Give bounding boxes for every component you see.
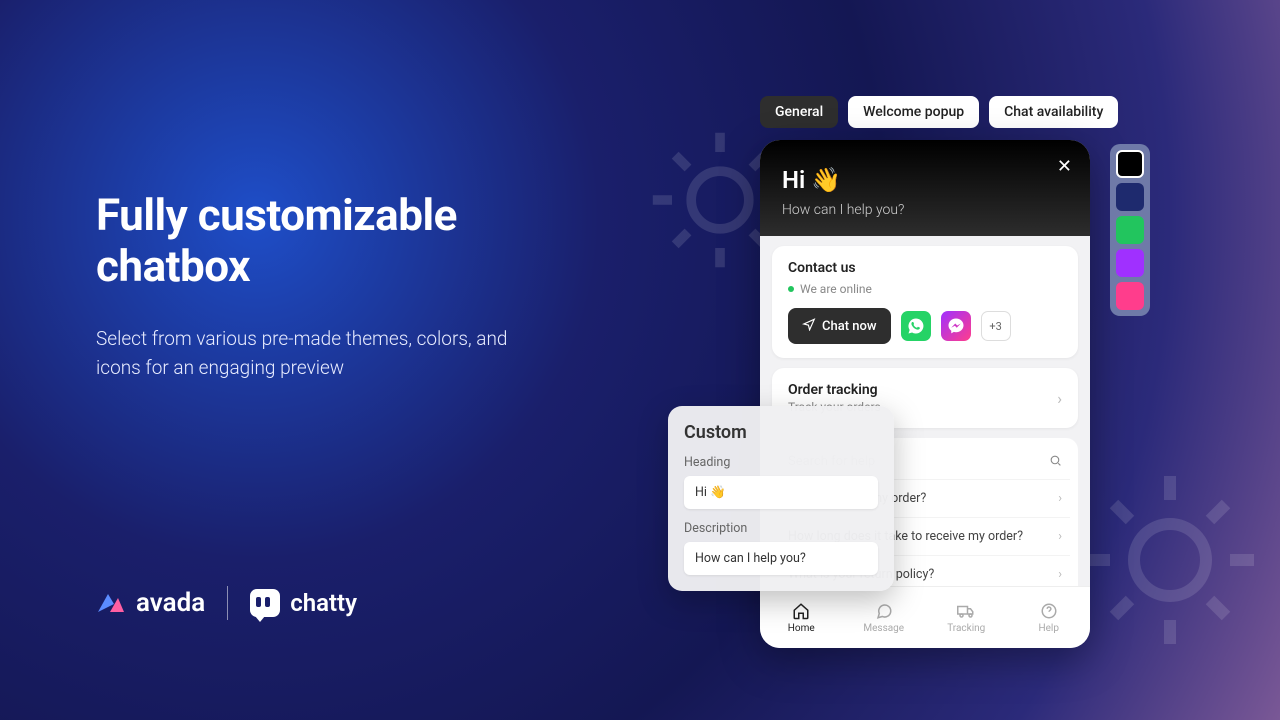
search-icon[interactable] bbox=[1049, 452, 1062, 471]
heading-input[interactable]: Hi 👋 bbox=[684, 476, 878, 509]
chevron-right-icon: › bbox=[1058, 567, 1062, 582]
contact-title: Contact us bbox=[788, 260, 1062, 276]
page-subhead: Select from various pre-made themes, col… bbox=[96, 325, 536, 382]
brand-row: avada chatty bbox=[96, 586, 357, 620]
close-icon[interactable]: ✕ bbox=[1057, 156, 1072, 177]
nav-home[interactable]: Home bbox=[760, 587, 843, 648]
more-socials-button[interactable]: +3 bbox=[981, 311, 1011, 341]
tab-availability[interactable]: Chat availability bbox=[989, 96, 1118, 128]
page-headline: Fully customizable chatbox bbox=[96, 190, 596, 291]
swatch-pink[interactable] bbox=[1116, 282, 1144, 310]
avada-logo: avada bbox=[96, 588, 205, 618]
avada-text: avada bbox=[136, 588, 205, 618]
swatch-black[interactable] bbox=[1116, 150, 1144, 178]
nav-message[interactable]: Message bbox=[843, 587, 926, 648]
widget-greeting: Hi 👋 bbox=[782, 166, 1068, 194]
gear-icon bbox=[1070, 460, 1270, 660]
widget-header: ✕ Hi 👋 How can I help you? bbox=[760, 140, 1090, 236]
description-input[interactable]: How can I help you? bbox=[684, 542, 878, 575]
nav-help[interactable]: Help bbox=[1008, 587, 1091, 648]
description-label: Description bbox=[684, 521, 878, 536]
online-status: We are online bbox=[788, 282, 1062, 296]
tab-general[interactable]: General bbox=[760, 96, 838, 128]
tab-welcome[interactable]: Welcome popup bbox=[848, 96, 979, 128]
swatch-green[interactable] bbox=[1116, 216, 1144, 244]
send-icon bbox=[802, 317, 816, 335]
tracking-title: Order tracking bbox=[788, 382, 881, 398]
whatsapp-icon[interactable] bbox=[901, 311, 931, 341]
truck-icon bbox=[956, 602, 976, 620]
contact-card: Contact us We are online Chat now +3 bbox=[772, 246, 1078, 358]
help-icon bbox=[1039, 602, 1059, 620]
heading-label: Heading bbox=[684, 455, 878, 470]
chat-now-label: Chat now bbox=[822, 319, 877, 334]
messenger-icon[interactable] bbox=[941, 311, 971, 341]
chatty-logo: chatty bbox=[250, 589, 357, 617]
home-icon bbox=[791, 602, 811, 620]
widget-bottom-nav: Home Message Tracking Help bbox=[760, 586, 1090, 648]
chevron-right-icon: › bbox=[1057, 389, 1062, 408]
chevron-right-icon: › bbox=[1058, 529, 1062, 544]
nav-tracking[interactable]: Tracking bbox=[925, 587, 1008, 648]
custom-settings-panel: Custom Heading Hi 👋 Description How can … bbox=[668, 406, 894, 591]
message-icon bbox=[874, 602, 894, 620]
widget-subgreeting: How can I help you? bbox=[782, 202, 1068, 218]
chat-now-button[interactable]: Chat now bbox=[788, 308, 891, 344]
chatty-text: chatty bbox=[290, 589, 357, 617]
custom-title: Custom bbox=[684, 422, 878, 443]
swatch-navy[interactable] bbox=[1116, 183, 1144, 211]
chatty-mark-icon bbox=[250, 589, 280, 617]
avada-mark-icon bbox=[96, 590, 126, 616]
logo-divider bbox=[227, 586, 228, 620]
chevron-right-icon: › bbox=[1058, 491, 1062, 506]
color-swatch-panel bbox=[1110, 144, 1150, 316]
status-dot-icon bbox=[788, 286, 794, 292]
config-tabs: General Welcome popup Chat availability bbox=[760, 96, 1118, 128]
swatch-purple[interactable] bbox=[1116, 249, 1144, 277]
